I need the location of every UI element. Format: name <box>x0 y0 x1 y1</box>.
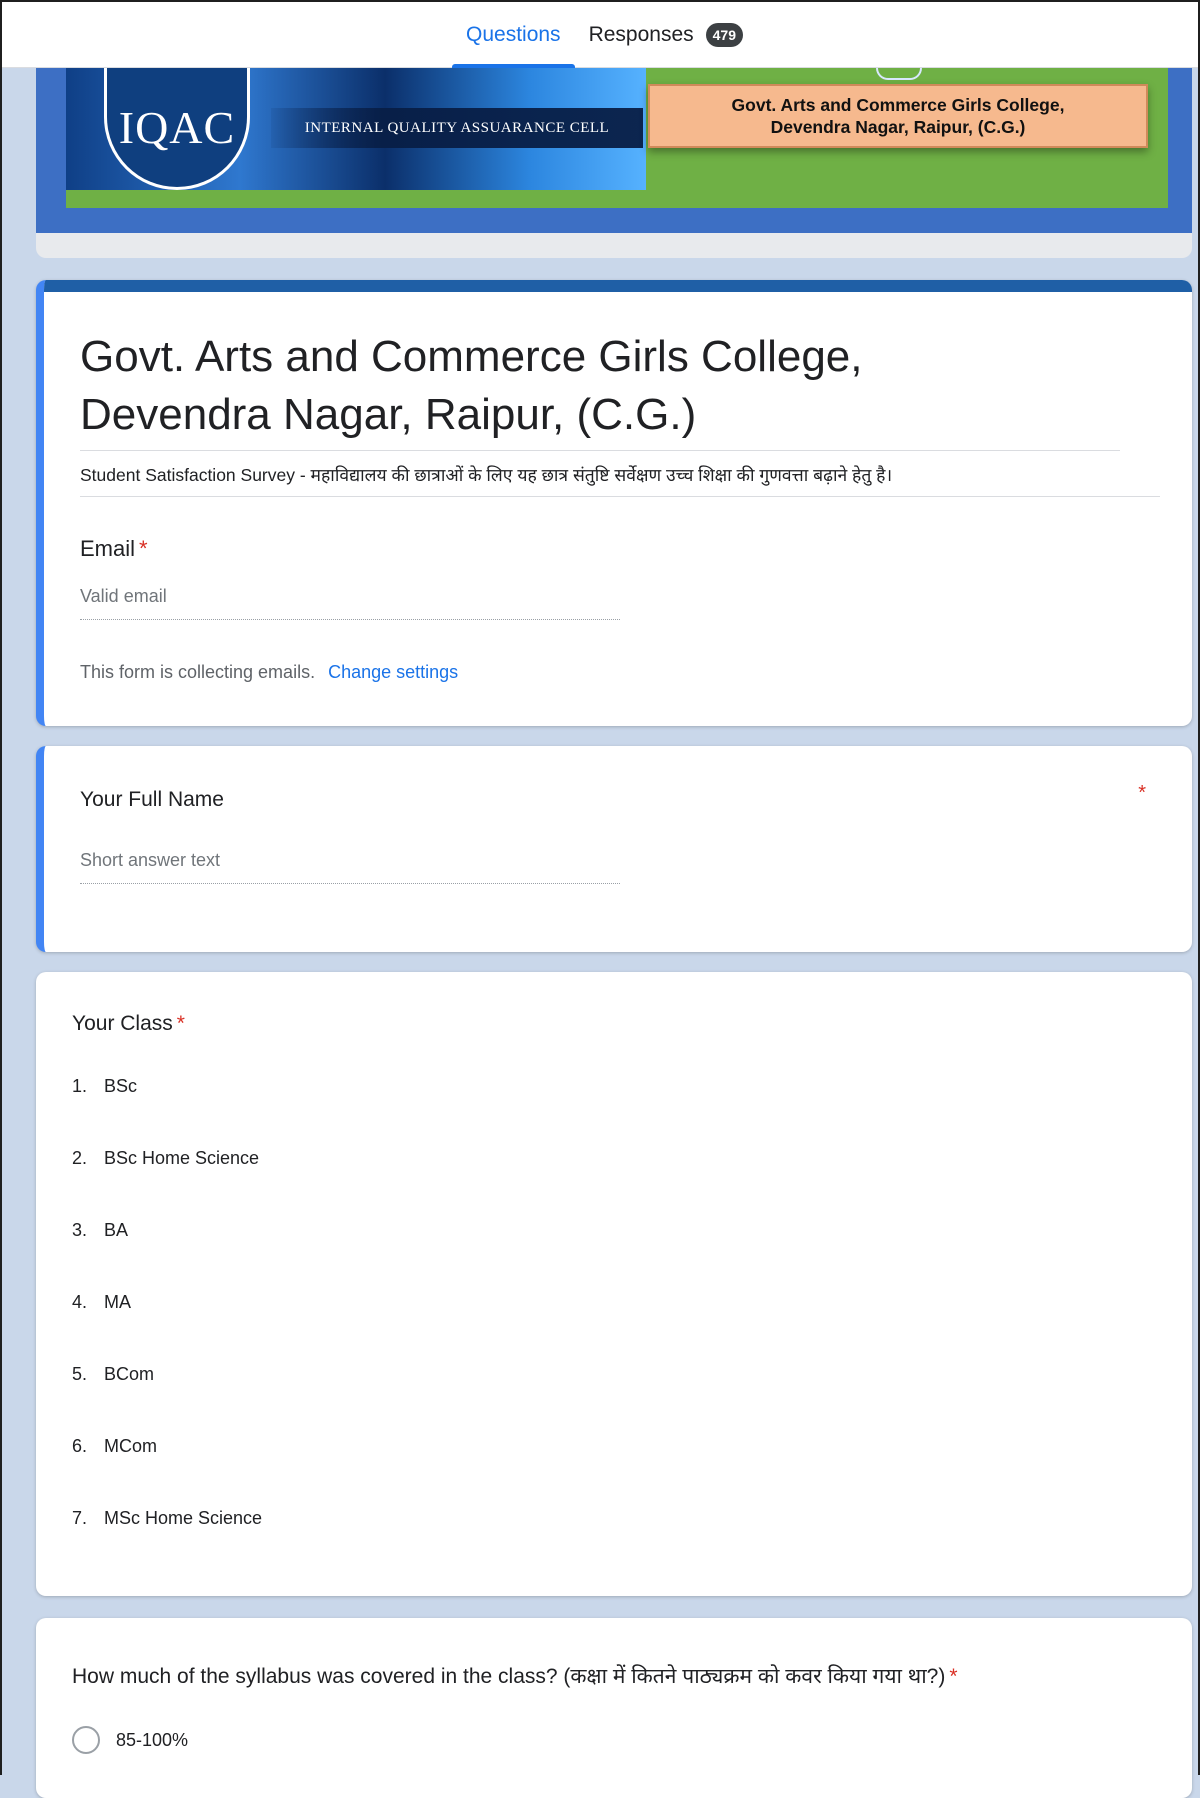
required-mark: * <box>176 1012 185 1035</box>
option-number: 7. <box>72 1508 88 1528</box>
collecting-emails-note: This form is collecting emails. Change s… <box>80 662 458 683</box>
option-number: 5. <box>72 1364 88 1384</box>
tab-questions[interactable]: Questions <box>452 2 575 68</box>
list-item[interactable]: 5. BCom <box>72 1364 262 1436</box>
email-label: Email * <box>80 536 148 562</box>
tabs: Questions Responses 479 <box>452 2 757 68</box>
list-item[interactable]: 6. MCom <box>72 1436 262 1508</box>
tab-responses-label: Responses <box>588 23 694 46</box>
radio-option-label: 85-100% <box>116 1729 189 1750</box>
banner-college-line-2: Devendra Nagar, Raipur, (C.G.) <box>770 117 1026 137</box>
header-banner: IQAC INTERNAL QUALITY ASSUARANCE CELL Go… <box>36 68 1192 258</box>
list-item[interactable]: 7. MSc Home Science <box>72 1508 262 1580</box>
list-item[interactable]: 2. BSc Home Science <box>72 1148 262 1220</box>
frame-left-edge <box>0 66 2 1775</box>
question-title-class-text: Your Class <box>72 1012 173 1035</box>
form-title-line-1: Govt. Arts and Commerce Girls College, <box>80 332 863 381</box>
list-item[interactable]: 1. BSc <box>72 1076 262 1148</box>
option-label: BSc Home Science <box>104 1148 260 1168</box>
list-item[interactable]: 4. MA <box>72 1292 262 1364</box>
class-options-list: 1. BSc 2. BSc Home Science 3. BA 4. MA 5. BCo… <box>72 1076 262 1580</box>
required-mark: * <box>139 536 148 561</box>
iqac-logo-text: IQAC <box>118 102 236 153</box>
banner-college-name-box: Govt. Arts and Commerce Girls College, D… <box>648 84 1148 148</box>
email-label-text: Email <box>80 536 136 561</box>
iqac-strip: INTERNAL QUALITY ASSUARANCE CELL <box>271 108 643 148</box>
responses-count-badge: 479 <box>705 23 743 47</box>
option-label: MCom <box>104 1436 157 1456</box>
top-tab-bar: Questions Responses 479 <box>0 0 1200 68</box>
option-number: 3. <box>72 1220 88 1240</box>
email-field[interactable]: Valid email <box>80 586 620 620</box>
question-title-class: Your Class * <box>72 1012 185 1036</box>
option-label: MA <box>104 1292 131 1312</box>
form-title-line-2: Devendra Nagar, Raipur, (C.G.) <box>80 390 697 439</box>
option-number: 4. <box>72 1292 88 1312</box>
emblem-icon <box>876 68 922 80</box>
required-mark: * <box>949 1665 958 1688</box>
iqac-strip-text: INTERNAL QUALITY ASSUARANCE CELL <box>304 119 610 136</box>
short-answer-field[interactable]: Short answer text <box>80 850 620 884</box>
option-label: BA <box>104 1220 129 1240</box>
question-card-syllabus[interactable]: How much of the syllabus was covered in … <box>36 1618 1192 1798</box>
form-title-card[interactable]: Govt. Arts and Commerce Girls College, D… <box>36 280 1192 726</box>
option-number: 6. <box>72 1436 88 1456</box>
tab-responses[interactable]: Responses 479 <box>575 2 757 68</box>
question-card-full-name[interactable]: Your Full Name * Short answer text <box>36 746 1192 952</box>
option-label: MSc Home Science <box>104 1508 263 1528</box>
form-description[interactable]: Student Satisfaction Survey - महाविद्याल… <box>80 458 1160 497</box>
option-number: 2. <box>72 1148 88 1168</box>
tab-questions-label: Questions <box>466 23 561 46</box>
iqac-banner-panel: IQAC INTERNAL QUALITY ASSUARANCE CELL <box>66 68 646 190</box>
question-card-class[interactable]: Your Class * 1. BSc 2. BSc Home Science 3. B… <box>36 972 1192 1596</box>
option-label: BSc <box>104 1076 138 1096</box>
list-item[interactable]: 3. BA <box>72 1220 262 1292</box>
title-top-strip <box>44 280 1192 292</box>
iqac-logo: IQAC <box>104 68 250 190</box>
change-settings-link[interactable]: Change settings <box>328 662 458 682</box>
required-mark: * <box>1138 782 1146 804</box>
option-label: BCom <box>104 1364 155 1384</box>
question-title-syllabus: How much of the syllabus was covered in … <box>72 1662 958 1690</box>
radio-button[interactable] <box>72 1726 100 1754</box>
option-number: 1. <box>72 1076 88 1096</box>
banner-college-line-1: Govt. Arts and Commerce Girls College, <box>731 95 1065 115</box>
radio-option[interactable]: 85-100% <box>72 1726 188 1754</box>
collecting-emails-text: This form is collecting emails. <box>80 662 316 682</box>
question-title-full-name: Your Full Name <box>80 788 224 811</box>
question-title-syllabus-text: How much of the syllabus was covered in … <box>72 1665 946 1688</box>
form-title[interactable]: Govt. Arts and Commerce Girls College, D… <box>80 328 1120 451</box>
